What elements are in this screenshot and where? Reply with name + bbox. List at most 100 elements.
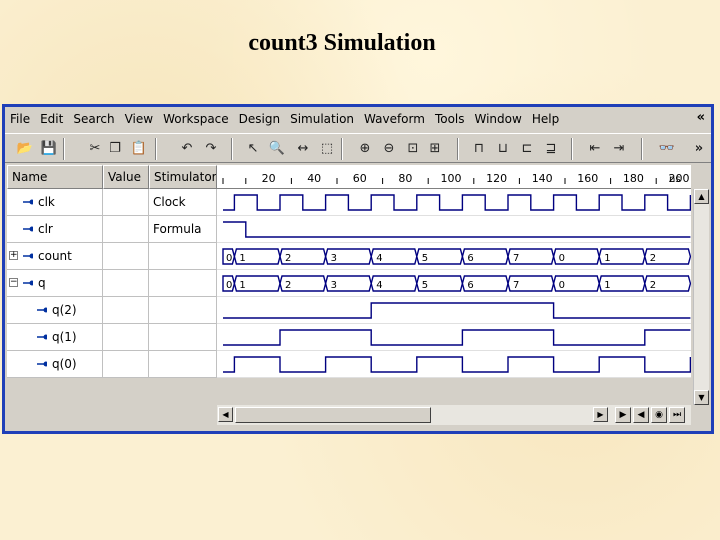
signal-name-cell[interactable]: q(2) [7, 297, 103, 324]
paste-icon[interactable]: 📋 [129, 138, 149, 158]
signal-row-count[interactable]: + count 0 1 2 3 4 5 6 7 0 1 2 [7, 243, 692, 270]
signal-value-cell [103, 351, 149, 378]
waveform-cell[interactable] [217, 351, 692, 378]
signal-stimulator-cell[interactable] [149, 270, 217, 297]
signal-value-cell [103, 324, 149, 351]
waveform-cell[interactable]: 01234567012 [217, 270, 692, 297]
ruler-label: 60 [353, 172, 367, 185]
zoom-icon[interactable]: 🔍 [267, 138, 287, 158]
menu-waveform[interactable]: Waveform [359, 112, 430, 126]
menu-search[interactable]: Search [68, 112, 119, 126]
open-folder-icon[interactable]: 📂 [15, 138, 35, 158]
edge-icon-1[interactable]: ⊓ [469, 138, 489, 158]
menu-chevron-icon[interactable]: « [697, 110, 705, 125]
zoom-out-icon[interactable]: ⊖ [379, 138, 399, 158]
bus-value-label: 6 [467, 280, 473, 291]
redo-icon[interactable]: ↷ [201, 138, 221, 158]
menu-simulation[interactable]: Simulation [285, 112, 359, 126]
menu-tools[interactable]: Tools [430, 112, 470, 126]
waveform-trace [223, 221, 691, 238]
signal-name-cell[interactable]: clr [7, 216, 103, 243]
signal-row-clr[interactable]: clr Formula [7, 216, 691, 243]
nav-end-icon[interactable]: ⏭ [669, 407, 685, 423]
nav-stop-icon[interactable]: ◉ [651, 407, 667, 423]
menu-file[interactable]: File [5, 112, 35, 126]
scroll-down-icon[interactable]: ▼ [694, 390, 709, 405]
waveform-cell[interactable] [217, 324, 691, 351]
menu-window[interactable]: Window [470, 112, 527, 126]
signal-value-cell [103, 216, 149, 243]
edge-icon-3[interactable]: ⊏ [517, 138, 537, 158]
column-header-value[interactable]: Value [103, 165, 149, 189]
ruler-label: 40 [307, 172, 321, 185]
signal-name-cell[interactable]: − q [7, 270, 103, 297]
horizontal-scroll-thumb[interactable] [235, 407, 431, 423]
column-header-name[interactable]: Name [7, 165, 103, 189]
nav-back-icon[interactable]: ◀ [633, 407, 649, 423]
binoculars-icon[interactable]: 👓 [657, 138, 677, 158]
signal-row-q[interactable]: − q 0 1 2 3 4 5 6 7 0 1 2 [7, 270, 692, 297]
waveform-cell[interactable]: 01234567012 [217, 243, 692, 270]
signal-stimulator-cell[interactable]: Clock [149, 189, 217, 216]
signal-name-cell[interactable]: q(0) [7, 351, 103, 378]
next-transition-icon[interactable]: ⇥ [609, 138, 629, 158]
save-icon[interactable]: 💾 [39, 138, 59, 158]
waveform-trace [223, 356, 692, 373]
select-icon[interactable]: ⬚ [317, 138, 337, 158]
column-header-stimulator[interactable]: Stimulator [149, 165, 217, 189]
vertical-scrollbar[interactable]: ▲ ▼ [693, 189, 709, 405]
signal-value-cell [103, 297, 149, 324]
zoom-in-icon[interactable]: ⊕ [355, 138, 375, 158]
slide-title: count3 Simulation [248, 30, 436, 56]
waveform-trace [223, 302, 691, 319]
signal-stimulator-cell[interactable] [149, 243, 217, 270]
signal-name-cell[interactable]: clk [7, 189, 103, 216]
scroll-left-icon[interactable]: ◀ [218, 407, 233, 422]
signal-name: q(0) [52, 357, 77, 371]
cut-icon[interactable]: ✂ [85, 138, 105, 158]
copy-icon[interactable]: ❐ [105, 138, 125, 158]
undo-icon[interactable]: ↶ [177, 138, 197, 158]
bus-value-label: 5 [422, 253, 428, 264]
signal-stimulator-cell[interactable] [149, 324, 217, 351]
prev-transition-icon[interactable]: ⇤ [585, 138, 605, 158]
ruler-label: 120 [486, 172, 507, 185]
pointer-icon[interactable]: ↖ [243, 138, 263, 158]
signal-name: clr [38, 222, 53, 236]
scroll-right-icon[interactable]: ▶ [593, 407, 608, 422]
edge-icon-2[interactable]: ⊔ [493, 138, 513, 158]
menu-help[interactable]: Help [527, 112, 564, 126]
signal-row-q(0)[interactable]: q(0) [7, 351, 692, 378]
waveform-cell[interactable] [217, 189, 692, 216]
measure-icon[interactable]: ↔ [293, 138, 313, 158]
bus-value-label: 2 [285, 280, 291, 291]
expand-icon[interactable]: + [9, 251, 18, 260]
nav-forward-icon[interactable]: ▶ [615, 407, 631, 423]
signal-stimulator-cell[interactable] [149, 297, 217, 324]
waveform-cell[interactable] [217, 216, 691, 243]
ruler-unit: ns [669, 174, 681, 185]
collapse-icon[interactable]: − [9, 278, 18, 287]
menu-view[interactable]: View [120, 112, 158, 126]
signal-icon[interactable]: ⊒ [541, 138, 561, 158]
scroll-up-icon[interactable]: ▲ [694, 189, 709, 204]
bus-value-label: 0 [226, 280, 232, 291]
signal-row-q(2)[interactable]: q(2) [7, 297, 691, 324]
signal-row-clk[interactable]: clk Clock [7, 189, 692, 216]
signal-stimulator-cell[interactable]: Formula [149, 216, 217, 243]
zoom-fit-icon[interactable]: ⊡ [403, 138, 423, 158]
menu-design[interactable]: Design [234, 112, 285, 126]
signal-stimulator-cell[interactable] [149, 351, 217, 378]
ruler-label: 140 [532, 172, 553, 185]
menu-workspace[interactable]: Workspace [158, 112, 234, 126]
horizontal-scrollbar[interactable]: ◀ ▶ ▶ ◀ ◉ ⏭ [217, 405, 691, 425]
waveform-cell[interactable] [217, 297, 691, 324]
signal-name-cell[interactable]: + count [7, 243, 103, 270]
signal-row-q(1)[interactable]: q(1) [7, 324, 691, 351]
signal-name-cell[interactable]: q(1) [7, 324, 103, 351]
waveform-svg [223, 221, 691, 238]
menu-edit[interactable]: Edit [35, 112, 68, 126]
time-ruler: 20 40 60 80 100 120 140 160 180 200 ns [217, 165, 691, 189]
toolbar-chevron-icon[interactable]: » [689, 138, 709, 158]
zoom-range-icon[interactable]: ⊞ [425, 138, 445, 158]
